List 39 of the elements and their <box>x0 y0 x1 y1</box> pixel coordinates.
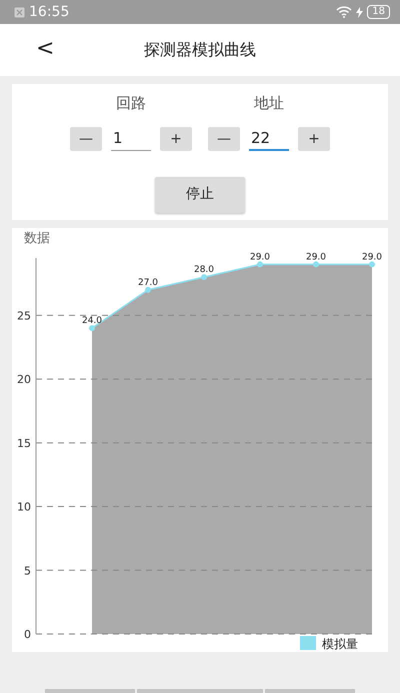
bottom-button[interactable] <box>265 689 355 693</box>
data-point <box>201 274 207 280</box>
charging-icon <box>356 6 364 18</box>
data-point <box>145 286 151 293</box>
field-label: 回路 <box>116 93 146 114</box>
wifi-icon <box>336 6 352 18</box>
bottom-button[interactable] <box>137 689 263 693</box>
status-time: 16:55 <box>29 2 70 22</box>
data-label: 28.0 <box>194 265 214 276</box>
decrement-button[interactable]: — <box>70 126 102 150</box>
y-tick-label: 0 <box>24 628 31 641</box>
page-title: 探测器模拟曲线 <box>144 39 256 61</box>
data-point <box>313 261 319 268</box>
y-tick-label: 15 <box>17 436 31 450</box>
back-button[interactable]: < <box>30 36 60 62</box>
data-point <box>89 325 95 332</box>
data-label: 24.0 <box>82 316 102 326</box>
data-label: 27.0 <box>138 278 158 288</box>
data-point <box>257 261 263 268</box>
y-tick-label: 25 <box>17 309 31 322</box>
number-field[interactable]: 1 <box>111 126 151 150</box>
data-label: 29.0 <box>362 252 382 262</box>
legend-label: 模拟量 <box>322 637 358 651</box>
data-label: 29.0 <box>250 252 270 262</box>
decrement-button[interactable]: — <box>208 126 240 150</box>
y-tick-label: 10 <box>17 500 31 514</box>
data-point <box>369 261 375 268</box>
notification-icon <box>14 6 25 18</box>
chart-title: 数据 <box>23 230 51 248</box>
increment-button[interactable]: + <box>298 126 330 150</box>
field-label: 地址 <box>254 93 284 114</box>
battery-indicator: 18 <box>367 5 390 19</box>
increment-button[interactable]: + <box>160 126 192 150</box>
stop-button[interactable]: 停止 <box>155 176 245 212</box>
data-label: 29.0 <box>306 252 326 262</box>
number-field[interactable]: 22 <box>249 126 289 150</box>
y-tick-label: 20 <box>17 373 31 386</box>
bottom-button[interactable] <box>45 689 135 693</box>
y-tick-label: 5 <box>24 564 31 578</box>
